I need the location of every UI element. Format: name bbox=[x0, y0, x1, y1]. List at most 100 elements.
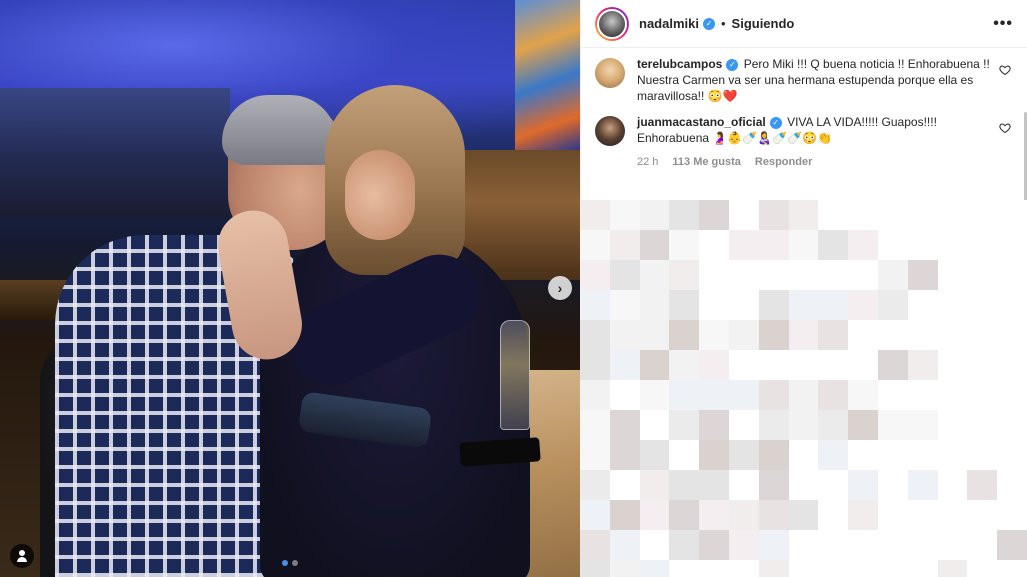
following-button[interactable]: Siguiendo bbox=[732, 16, 795, 31]
pixel-block bbox=[997, 440, 1027, 470]
pixel-block bbox=[877, 530, 908, 560]
pixel-block bbox=[848, 440, 878, 470]
pixel-block bbox=[639, 500, 670, 530]
pixel-block bbox=[848, 530, 878, 560]
pixel-block bbox=[877, 470, 908, 500]
pixel-block bbox=[699, 230, 729, 260]
pixel-block bbox=[639, 320, 670, 350]
pixel-block bbox=[788, 380, 819, 410]
pixel-block bbox=[907, 560, 938, 577]
pixel-block bbox=[609, 410, 640, 440]
pixel-block bbox=[848, 500, 878, 530]
pixel-block bbox=[937, 260, 968, 290]
pixel-block bbox=[728, 290, 759, 320]
pixel-block bbox=[877, 230, 908, 260]
pixel-block bbox=[609, 200, 640, 230]
pixel-block bbox=[580, 230, 610, 260]
pixel-block bbox=[580, 200, 610, 230]
post-header: nadalmiki ✓ • Siguiendo ••• bbox=[581, 0, 1027, 48]
pixel-block bbox=[997, 380, 1027, 410]
pixel-block bbox=[699, 500, 729, 530]
verified-badge-icon: ✓ bbox=[702, 17, 715, 30]
pixel-block bbox=[877, 200, 908, 230]
pixel-block bbox=[699, 200, 729, 230]
pixel-block bbox=[609, 260, 640, 290]
pixel-block bbox=[699, 260, 729, 290]
pixel-block bbox=[937, 230, 968, 260]
comments-list: terelubcampos ✓ Pero Miki !!! Q buena not… bbox=[581, 48, 1027, 170]
pixel-block bbox=[788, 320, 819, 350]
pixel-block bbox=[788, 410, 819, 440]
pixel-block bbox=[997, 560, 1027, 577]
pixel-block bbox=[818, 230, 849, 260]
pixel-block bbox=[997, 230, 1027, 260]
pixel-block bbox=[580, 410, 610, 440]
pixel-block bbox=[937, 440, 968, 470]
pixel-block bbox=[997, 260, 1027, 290]
pixel-block bbox=[818, 290, 849, 320]
pixel-block bbox=[848, 560, 878, 577]
pixel-block bbox=[937, 500, 968, 530]
pixel-block bbox=[967, 560, 998, 577]
pixel-block bbox=[699, 560, 729, 577]
commenter-avatar[interactable] bbox=[595, 58, 625, 88]
author-avatar[interactable] bbox=[595, 6, 629, 41]
pixel-block bbox=[639, 470, 670, 500]
pixel-block bbox=[788, 350, 819, 380]
pixel-block bbox=[580, 530, 610, 560]
pixel-block bbox=[788, 530, 819, 560]
comment-meta: 22 h 113 Me gusta Responder bbox=[637, 154, 992, 170]
pixel-block bbox=[758, 500, 789, 530]
commenter-username[interactable]: terelubcampos bbox=[637, 57, 722, 71]
like-comment-heart-icon[interactable] bbox=[999, 122, 1011, 134]
pixel-block bbox=[788, 500, 819, 530]
pixel-block bbox=[937, 560, 968, 577]
verified-badge-icon: ✓ bbox=[726, 58, 739, 71]
pixel-block bbox=[728, 500, 759, 530]
pixelated-comments bbox=[580, 200, 1027, 577]
pixel-block bbox=[818, 410, 849, 440]
pixel-block bbox=[639, 530, 670, 560]
chevron-right-icon: › bbox=[557, 280, 563, 296]
like-comment-heart-icon[interactable] bbox=[999, 64, 1011, 76]
comment-likes[interactable]: 113 Me gusta bbox=[672, 154, 740, 170]
carousel-dot bbox=[292, 560, 298, 566]
pixel-block bbox=[758, 440, 789, 470]
pixel-block bbox=[758, 530, 789, 560]
pixel-block bbox=[609, 500, 640, 530]
pixel-block bbox=[997, 470, 1027, 500]
more-options-icon[interactable]: ••• bbox=[993, 15, 1013, 33]
pixel-block bbox=[609, 230, 640, 260]
reply-button[interactable]: Responder bbox=[755, 154, 812, 170]
comment: juanmacastano_oficial ✓ VIVA LA VIDA!!!!!… bbox=[595, 114, 1011, 170]
pixel-block bbox=[877, 440, 908, 470]
pixel-block bbox=[848, 320, 878, 350]
post-photo[interactable]: › bbox=[0, 0, 580, 577]
pixel-block bbox=[967, 410, 998, 440]
pixel-block bbox=[967, 470, 998, 500]
pixel-block bbox=[788, 560, 819, 577]
comment-body: juanmacastano_oficial ✓ VIVA LA VIDA!!!!!… bbox=[637, 114, 992, 170]
pixel-block bbox=[818, 500, 849, 530]
pixel-block bbox=[848, 290, 878, 320]
pixel-block bbox=[580, 260, 610, 290]
commenter-avatar[interactable] bbox=[595, 116, 625, 146]
pixel-block bbox=[937, 530, 968, 560]
author-username[interactable]: nadalmiki bbox=[639, 16, 699, 31]
pixel-block bbox=[818, 530, 849, 560]
pixel-block bbox=[580, 350, 610, 380]
pixel-block bbox=[609, 290, 640, 320]
commenter-username[interactable]: juanmacastano_oficial bbox=[637, 115, 766, 129]
pixel-block bbox=[669, 200, 700, 230]
pixel-block bbox=[728, 230, 759, 260]
carousel-next-button[interactable]: › bbox=[548, 276, 572, 300]
pixel-block bbox=[967, 260, 998, 290]
tagged-people-button[interactable] bbox=[10, 544, 34, 568]
pixel-block bbox=[669, 500, 700, 530]
pixel-block bbox=[967, 230, 998, 260]
pixel-block bbox=[699, 440, 729, 470]
pixel-block bbox=[967, 320, 998, 350]
pixel-block bbox=[997, 320, 1027, 350]
pixel-block bbox=[758, 290, 789, 320]
pixel-block bbox=[580, 470, 610, 500]
